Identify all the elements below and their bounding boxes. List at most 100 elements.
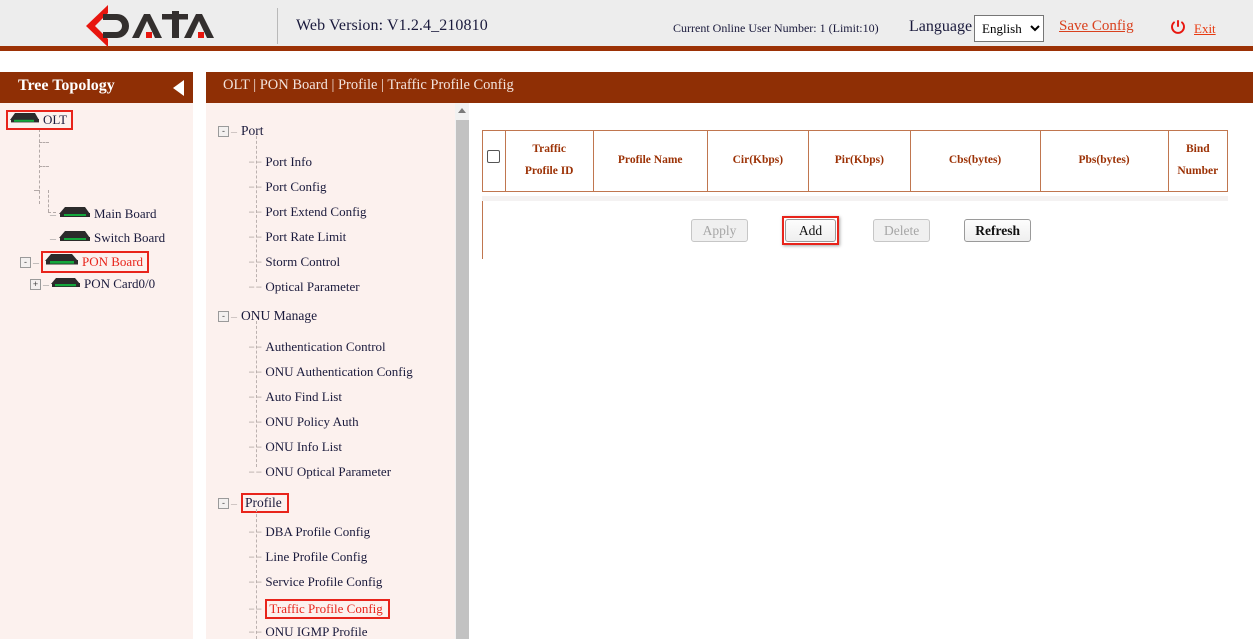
menu-item-port-extend-config[interactable]: –– Port Extend Config xyxy=(248,204,367,220)
tree-branch-icon: –– xyxy=(248,550,262,564)
menu-item-label: DBA Profile Config xyxy=(265,524,370,540)
tree-branch-icon: –– xyxy=(248,280,262,294)
tree-branch-icon: –– xyxy=(248,340,262,354)
menu-group-onu-manage[interactable]: - – ONU Manage xyxy=(218,308,317,324)
tree-branch-icon: –– xyxy=(248,180,262,194)
menu-item-authentication-control[interactable]: –– Authentication Control xyxy=(248,339,386,355)
sidebar-item-label: PON Board xyxy=(81,254,143,270)
apply-button[interactable]: Apply xyxy=(691,219,748,242)
tree-branch-icon: –– xyxy=(248,525,262,539)
content-header-bar: OLT | PON Board | Profile | Traffic Prof… xyxy=(206,72,1253,103)
menu-item-auto-find-list[interactable]: –– Auto Find List xyxy=(248,389,342,405)
menu-item-onu-policy-auth[interactable]: –– ONU Policy Auth xyxy=(248,414,359,430)
sidebar-item-switch-board[interactable]: – Switch Board xyxy=(50,228,165,248)
menu-item-traffic-profile-config[interactable]: –– Traffic Profile Config xyxy=(248,599,390,619)
tree-dash-icon: – xyxy=(33,255,39,270)
menu-scrollbar-thumb[interactable] xyxy=(456,120,469,639)
tree-branch-icon: –– xyxy=(248,440,262,454)
menu-item-label: Traffic Profile Config xyxy=(265,599,389,619)
select-all-checkbox[interactable] xyxy=(487,150,500,163)
action-button-row: Apply Add Delete Refresh xyxy=(469,216,1253,245)
tree-branch-icon: –– xyxy=(248,465,262,479)
menu-item-onu-info-list[interactable]: –– ONU Info List xyxy=(248,439,342,455)
web-version-label: Web Version: V1.2.4_210810 xyxy=(296,17,488,35)
menu-item-onu-authentication-config[interactable]: –– ONU Authentication Config xyxy=(248,364,413,380)
tree-connector-line xyxy=(39,142,49,143)
menu-item-dba-profile-config[interactable]: –– DBA Profile Config xyxy=(248,524,370,540)
menu-item-onu-optical-parameter[interactable]: –– ONU Optical Parameter xyxy=(248,464,391,480)
header-divider xyxy=(277,8,278,44)
tree-dash-icon: – xyxy=(231,309,237,324)
tree-expander-minus-icon[interactable]: - xyxy=(218,498,229,509)
column-header-cbs-bytes: Cbs(bytes) xyxy=(910,131,1040,192)
content-body: Traffic Profile ID Profile Name Cir(Kbps… xyxy=(469,103,1253,639)
device-icon xyxy=(51,276,81,293)
column-header-line-1: Traffic xyxy=(532,143,566,155)
sidebar-title: Tree Topology xyxy=(18,77,115,95)
tree-dash-icon: – xyxy=(231,124,237,139)
refresh-button[interactable]: Refresh xyxy=(964,219,1031,242)
sidebar-item-pon-board-highlight: PON Board xyxy=(41,251,149,273)
tree-branch-icon: –– xyxy=(248,205,262,219)
menu-item-port-rate-limit[interactable]: –– Port Rate Limit xyxy=(248,229,346,245)
sidebar-item-pon-card-0-0[interactable]: + – PON Card0/0 xyxy=(30,274,155,294)
tree-expander-minus-icon[interactable]: - xyxy=(218,126,229,137)
menu-item-label: ONU Policy Auth xyxy=(265,414,358,430)
traffic-profile-table: Traffic Profile ID Profile Name Cir(Kbps… xyxy=(482,130,1228,192)
tree-branch-icon: –– xyxy=(248,155,262,169)
tree-dash-icon: – xyxy=(50,207,56,222)
tree-dash-icon: – xyxy=(231,496,237,511)
tree-branch-icon: –– xyxy=(248,575,262,589)
sidebar-header: Tree Topology xyxy=(0,72,193,103)
tree-branch-icon: –– xyxy=(248,255,262,269)
tree-dash-icon: – xyxy=(43,277,49,292)
menu-item-label: Line Profile Config xyxy=(265,549,367,565)
column-header-line-2: Number xyxy=(1177,165,1218,177)
menu-group-profile[interactable]: - – Profile xyxy=(218,493,289,513)
tree-expander-minus-icon[interactable]: - xyxy=(218,311,229,322)
collapse-left-arrow-icon[interactable] xyxy=(173,80,184,96)
tree-connector-line xyxy=(34,190,40,191)
column-header-profile-name: Profile Name xyxy=(593,131,707,192)
breadcrumb: OLT | PON Board | Profile | Traffic Prof… xyxy=(223,77,514,94)
menu-item-service-profile-config[interactable]: –– Service Profile Config xyxy=(248,574,382,590)
column-header-line-1: Bind xyxy=(1186,143,1210,155)
add-button[interactable]: Add xyxy=(785,219,836,242)
exit-link[interactable]: Exit xyxy=(1194,21,1216,37)
column-header-line-2: Profile ID xyxy=(525,165,574,177)
menu-item-label: Port Config xyxy=(265,179,326,195)
device-icon xyxy=(59,230,91,247)
tree-expander-minus-icon[interactable]: - xyxy=(20,257,31,268)
menu-scrollbar[interactable] xyxy=(455,103,469,639)
sidebar-item-olt[interactable]: OLT xyxy=(6,110,73,130)
menu-item-line-profile-config[interactable]: –– Line Profile Config xyxy=(248,549,367,565)
select-all-header-cell xyxy=(483,131,506,192)
menu-item-port-info[interactable]: –– Port Info xyxy=(248,154,312,170)
menu-group-label: ONU Manage xyxy=(241,308,317,324)
tree-branch-icon: –– xyxy=(248,602,262,616)
column-header-pir-kbps: Pir(Kbps) xyxy=(809,131,910,192)
menu-item-label: Authentication Control xyxy=(265,339,385,355)
top-header-bar: Web Version: V1.2.4_210810 Current Onlin… xyxy=(0,0,1253,51)
menu-item-storm-control[interactable]: –– Storm Control xyxy=(248,254,340,270)
tree-connector-line xyxy=(48,190,49,212)
device-icon xyxy=(45,253,79,271)
menu-item-onu-igmp-profile[interactable]: –– ONU IGMP Profile xyxy=(248,624,367,639)
menu-item-optical-parameter[interactable]: –– Optical Parameter xyxy=(248,279,360,295)
sidebar-item-label: Switch Board xyxy=(93,230,165,246)
delete-button[interactable]: Delete xyxy=(873,219,930,242)
scroll-up-arrow-icon[interactable] xyxy=(455,103,469,118)
sidebar-item-pon-board[interactable]: - – PON Board xyxy=(20,252,149,272)
menu-item-port-config[interactable]: –– Port Config xyxy=(248,179,326,195)
cdata-logo xyxy=(66,3,218,49)
tree-branch-icon: –– xyxy=(248,230,262,244)
tree-connector-line xyxy=(39,166,49,167)
language-select[interactable]: English xyxy=(974,15,1044,42)
tree-expander-plus-icon[interactable]: + xyxy=(30,279,41,290)
column-header-traffic-profile-id: Traffic Profile ID xyxy=(505,131,593,192)
save-config-link[interactable]: Save Config xyxy=(1059,18,1134,35)
sidebar-item-main-board[interactable]: – Main Board xyxy=(50,204,156,224)
menu-item-label: ONU Authentication Config xyxy=(265,364,412,380)
menu-item-label: Storm Control xyxy=(265,254,340,270)
menu-item-label: ONU Info List xyxy=(265,439,342,455)
